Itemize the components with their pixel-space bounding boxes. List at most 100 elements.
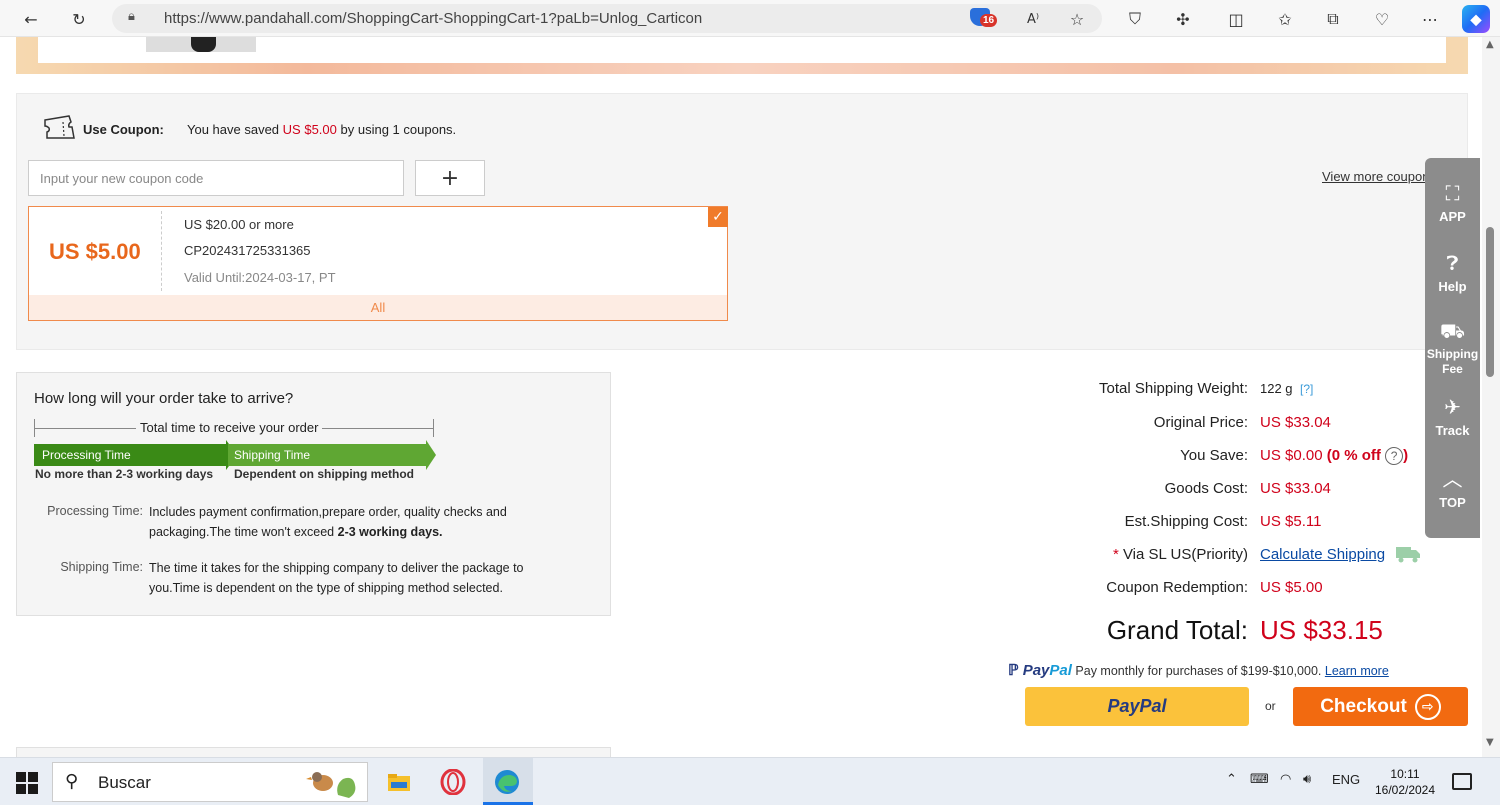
scroll-down-icon[interactable]: ▼ [1486,737,1494,748]
coupon-code: CP202431725331365 [184,243,311,258]
processing-time-sub: No more than 2-3 working days [35,467,214,481]
shipping-time-arrow: Shipping Time [228,440,436,470]
taskbar-search-text: Buscar [98,773,151,792]
side-app-button[interactable]: ⛶ APP [1425,180,1480,224]
processing-desc: Includes payment confirmation,prepare or… [149,505,507,539]
side-shipping-fee-button[interactable]: ⛟ Shipping Fee [1425,318,1480,377]
processing-desc-label: Processing Time: [47,504,143,518]
coupon-card[interactable]: US $5.00 US $20.00 or more CP20243172533… [28,206,728,321]
read-aloud-icon[interactable]: A⁾ [1020,6,1046,32]
url-text[interactable]: https://www.pandahall.com/ShoppingCart-S… [164,10,702,27]
browser-toolbar: ← ↻ 🔒︎ https://www.pandahall.com/Shoppin… [0,0,1500,37]
scroll-up-icon[interactable]: ▲ [1486,39,1494,50]
language-indicator[interactable]: ENG [1332,772,1360,787]
original-price-label: Original Price: [1153,414,1248,431]
goods-cost-label: Goods Cost: [1164,480,1248,497]
grand-total-value: US $33.15 [1260,615,1383,645]
wifi-icon[interactable]: ◠ [1280,772,1291,787]
timeline-label: Total time to receive your order [136,420,323,435]
or-text: or [1265,699,1276,713]
edge-browser-icon[interactable] [491,766,523,798]
product-image [146,37,256,52]
address-bar[interactable]: 🔒︎ https://www.pandahall.com/ShoppingCar… [112,4,1102,33]
extension-shield-icon[interactable]: 16 [970,8,998,30]
refresh-icon[interactable]: ↻ [66,6,92,32]
timeline-tick-right [433,419,434,437]
favorites-icon[interactable]: ✩ [1272,6,1298,32]
shipping-desc: The time it takes for the shipping compa… [149,561,524,595]
windows-start-icon[interactable] [16,772,38,794]
opera-icon[interactable] [437,766,469,798]
shipping-weight-value: 122 g [1260,381,1293,396]
more-menu-icon[interactable]: ⋯ [1417,6,1443,32]
scan-qr-icon: ⛶ [1445,181,1460,205]
help-circle-icon[interactable]: ? [1385,447,1404,465]
lock-icon[interactable]: 🔒︎ [128,9,135,24]
system-clock[interactable]: 10:11 16/02/2024 [1370,766,1440,798]
coupon-redemption-value: US $5.00 [1260,579,1323,596]
add-coupon-button[interactable]: + [415,160,485,196]
truck-icon: ⛟ [1439,319,1466,343]
coupon-code-input[interactable] [28,160,404,196]
taskbar-search[interactable]: ⚲ Buscar [52,762,368,802]
search-icon: ⚲ [65,771,79,792]
extension-count-badge: 16 [980,14,998,27]
help-bubble-icon: ❓︎ [1446,251,1459,275]
shipping-method-label: * Via SL US(Priority) [1112,546,1248,563]
coupon-amount: US $5.00 [49,239,141,264]
coupon-saved-text: You have saved US $5.00 by using 1 coupo… [187,122,457,137]
calculate-shipping-link[interactable]: Calculate Shipping [1260,546,1385,563]
shipping-time-sub: Dependent on shipping method [234,467,414,481]
coupon-condition: US $20.00 or more [184,217,294,232]
volume-icon[interactable]: 🔊︎ [1303,772,1311,787]
coupon-ticket-icon [44,115,75,139]
tray-chevron-up-icon[interactable]: ⌃ [1226,772,1237,787]
original-price-value: US $33.04 [1260,414,1331,431]
paypal-button[interactable]: PayPal [1025,687,1249,726]
you-save-value: US $0.00 (0 % off ?) [1260,447,1409,465]
top-banner [16,37,1468,74]
collections-icon[interactable]: ⧉ [1320,6,1346,32]
coupon-valid-until: Valid Until:2024-03-17, PT [184,270,336,285]
performance-icon[interactable]: ♡ [1369,6,1395,32]
weight-help-link[interactable]: [?] [1300,382,1313,396]
coupon-divider [161,211,162,291]
keyboard-icon[interactable]: ⌨ [1250,772,1269,787]
search-highlight-bird-image [306,772,356,798]
page-content: Use Coupon: You have saved US $5.00 by u… [0,37,1482,757]
paypal-credit-line: ℙ PayPal Pay monthly for purchases of $1… [1008,662,1389,679]
coupon-section: Use Coupon: You have saved US $5.00 by u… [16,93,1468,350]
side-top-button[interactable]: ︿ TOP [1425,466,1480,510]
side-track-button[interactable]: ✈ Track [1425,394,1480,438]
saved-amount: US $5.00 [282,122,337,137]
notification-icon[interactable] [1452,773,1472,790]
chevron-up-icon: ︿ [1442,467,1463,491]
page-scrollbar[interactable]: ▲ ▼ [1482,37,1500,757]
extensions-puzzle-icon[interactable]: ✣ [1170,6,1196,32]
delivery-info-box: How long will your order take to arrive?… [16,372,611,616]
shipping-weight-label: Total Shipping Weight: [1099,380,1248,397]
coupon-redemption-label: Coupon Redemption: [1106,579,1248,596]
coupon-checkbox-check-icon[interactable]: ✓ [708,207,728,227]
you-save-label: You Save: [1180,447,1248,464]
back-icon[interactable]: ← [18,6,44,32]
checkout-button[interactable]: Checkout ⇨ [1293,687,1468,726]
floating-side-panel: ⛶ APP ❓︎ Help ⛟ Shipping Fee ✈ Track ︿ TOP [1425,158,1480,538]
browser-essentials-icon[interactable]: ⛉ [1122,6,1148,32]
split-screen-icon[interactable]: ◫ [1223,6,1249,32]
side-help-button[interactable]: ❓︎ Help [1425,250,1480,294]
learn-more-link[interactable]: Learn more [1325,664,1389,678]
favorite-star-icon[interactable]: ☆ [1064,6,1090,32]
windows-taskbar: ⚲ Buscar ⌃ ⌨ ◠ 🔊︎ ENG 10:11 16/02/2024 [0,757,1500,805]
shipping-cost-value: US $5.11 [1260,513,1322,530]
truck-icon[interactable] [1395,544,1421,564]
use-coupon-label: Use Coupon: [83,122,164,137]
grand-total-label: Grand Total: [1106,615,1248,645]
scroll-thumb[interactable] [1486,227,1494,377]
paypal-p-icon: ℙ [1008,662,1019,679]
arrow-right-icon: ⇨ [1414,693,1441,720]
airplane-icon: ✈ [1444,395,1461,419]
view-more-coupons-link[interactable]: View more coupons [1322,169,1436,184]
file-explorer-icon[interactable] [383,766,415,798]
copilot-icon[interactable]: ◆ [1462,5,1490,33]
